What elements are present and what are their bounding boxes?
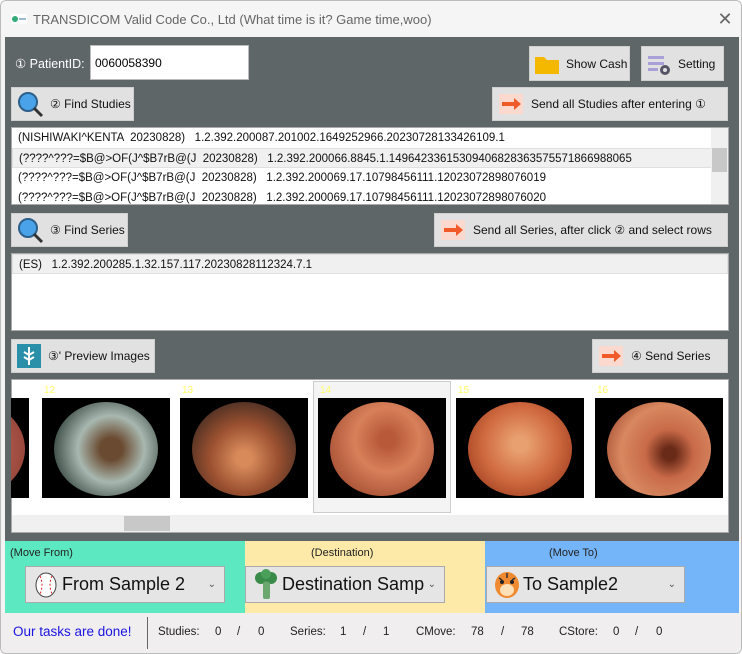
- move-to-label: (Move To): [549, 547, 598, 559]
- study-row[interactable]: (????^???=$B@>OF(J^$B7rB@(J 20230828) 1.…: [12, 148, 728, 168]
- status-divider: [147, 617, 148, 649]
- arrow-right-icon: [439, 218, 467, 242]
- title-bar: TRANSDICOM Valid Code Co., Ltd (What tim…: [1, 1, 741, 37]
- study-row[interactable]: (NISHIWAKI^KENTA 20230828) 1.2.392.20008…: [12, 128, 728, 148]
- broccoli-icon: [252, 568, 280, 601]
- series-count-label: Series:: [290, 626, 326, 638]
- tiger-icon: [493, 570, 521, 600]
- studies-total: 0: [258, 626, 265, 638]
- move-from-value: From Sample 2: [62, 574, 186, 594]
- send-series-button[interactable]: ④ Send Series: [592, 339, 728, 373]
- search-icon: [16, 90, 44, 118]
- preview-images-label: ③' Preview Images: [48, 349, 150, 363]
- preview-images-button[interactable]: ③' Preview Images: [11, 339, 155, 373]
- send-all-series-button[interactable]: Send all Series, after click ② and selec…: [434, 213, 728, 247]
- find-series-label: ③ Find Series: [50, 223, 125, 237]
- cstore-count-label: CStore:: [559, 626, 598, 638]
- studies-count-label: Studies:: [158, 626, 200, 638]
- search-icon: [16, 216, 44, 244]
- arrow-right-icon: [497, 92, 525, 116]
- move-from-label: (Move From): [10, 547, 73, 559]
- arrow-right-icon: [597, 344, 625, 368]
- find-studies-label: ② Find Studies: [50, 97, 131, 111]
- thumbnail-number: 13: [182, 385, 194, 396]
- move-to-dropdown[interactable]: To Sample2 ⌄: [486, 566, 685, 603]
- separator: /: [363, 626, 367, 638]
- folder-icon: [534, 53, 560, 75]
- show-cash-label: Show Cash: [566, 56, 628, 71]
- destination-label: (Destination): [311, 547, 374, 559]
- thumbnail-image[interactable]: [180, 398, 308, 498]
- send-all-series-label: Send all Series, after click ② and selec…: [473, 223, 712, 237]
- send-all-studies-button[interactable]: Send all Studies after entering ①: [492, 87, 728, 121]
- cstore-total: 0: [656, 626, 663, 638]
- send-all-studies-label: Send all Studies after entering ①: [531, 97, 706, 111]
- studies-done: 0: [215, 626, 222, 638]
- find-series-button[interactable]: ③ Find Series: [11, 213, 128, 247]
- baseball-icon: [34, 572, 58, 598]
- status-bar: Our tasks are done! Studies: 0 / 0 Serie…: [1, 613, 741, 653]
- chevron-down-icon: ⌄: [427, 579, 436, 590]
- setting-button[interactable]: Setting: [641, 46, 724, 81]
- separator: /: [635, 626, 639, 638]
- chevron-down-icon: ⌄: [207, 579, 216, 590]
- thumbnail-partial[interactable]: [11, 398, 29, 498]
- close-button[interactable]: ✕: [713, 7, 737, 31]
- patient-id-input[interactable]: [90, 45, 249, 80]
- setting-label: Setting: [678, 56, 716, 71]
- find-studies-button[interactable]: ② Find Studies: [11, 87, 134, 121]
- thumbnail-image[interactable]: [318, 398, 446, 498]
- thumbnail-image[interactable]: [456, 398, 584, 498]
- study-row[interactable]: (????^???=$B@>OF(J^$B7rB@(J 20230828) 1.…: [12, 188, 728, 204]
- series-row[interactable]: (ES) 1.2.392.200285.1.32.157.117.2023082…: [12, 254, 728, 274]
- separator: /: [501, 626, 505, 638]
- separator: /: [237, 626, 241, 638]
- destination-value: Destination Samp: [282, 574, 425, 594]
- studies-list[interactable]: (NISHIWAKI^KENTA 20230828) 1.2.392.20008…: [11, 127, 729, 205]
- thumbnail-number: 15: [458, 385, 470, 396]
- thumbnail-number: 16: [597, 385, 609, 396]
- study-row[interactable]: (????^???=$B@>OF(J^$B7rB@(J 20230828) 1.…: [12, 168, 728, 188]
- settings-gear-icon: [646, 52, 672, 76]
- cmove-total: 78: [521, 626, 534, 638]
- show-cash-button[interactable]: Show Cash: [529, 46, 630, 81]
- thumbnail-number: 12: [44, 385, 56, 396]
- send-series-label: ④ Send Series: [631, 349, 711, 363]
- series-done: 1: [340, 626, 347, 638]
- destination-dropdown[interactable]: Destination Samp ⌄: [245, 566, 445, 603]
- move-from-dropdown[interactable]: From Sample 2 ⌄: [25, 566, 225, 603]
- chevron-down-icon: ⌄: [667, 579, 676, 590]
- studies-scrollbar[interactable]: [711, 128, 728, 204]
- cstore-done: 0: [613, 626, 620, 638]
- cmove-count-label: CMove:: [416, 626, 456, 638]
- patient-id-label: ① PatientID:: [15, 57, 85, 71]
- series-list[interactable]: (ES) 1.2.392.200285.1.32.157.117.2023082…: [11, 253, 729, 331]
- thumbnail-image[interactable]: [42, 398, 170, 498]
- image-preview-icon: [16, 343, 42, 369]
- status-message: Our tasks are done!: [13, 624, 132, 639]
- gallery-horizontal-scrollbar[interactable]: [12, 515, 728, 532]
- app-icon: [11, 14, 27, 24]
- move-to-value: To Sample2: [523, 574, 619, 594]
- app-window: TRANSDICOM Valid Code Co., Ltd (What tim…: [0, 0, 742, 654]
- thumbnail-image[interactable]: [595, 398, 723, 498]
- series-total: 1: [383, 626, 390, 638]
- scrollbar-thumb[interactable]: [124, 516, 170, 531]
- cmove-done: 78: [471, 626, 484, 638]
- window-title: TRANSDICOM Valid Code Co., Ltd (What tim…: [33, 12, 432, 27]
- thumbnail-number: 14: [320, 385, 332, 396]
